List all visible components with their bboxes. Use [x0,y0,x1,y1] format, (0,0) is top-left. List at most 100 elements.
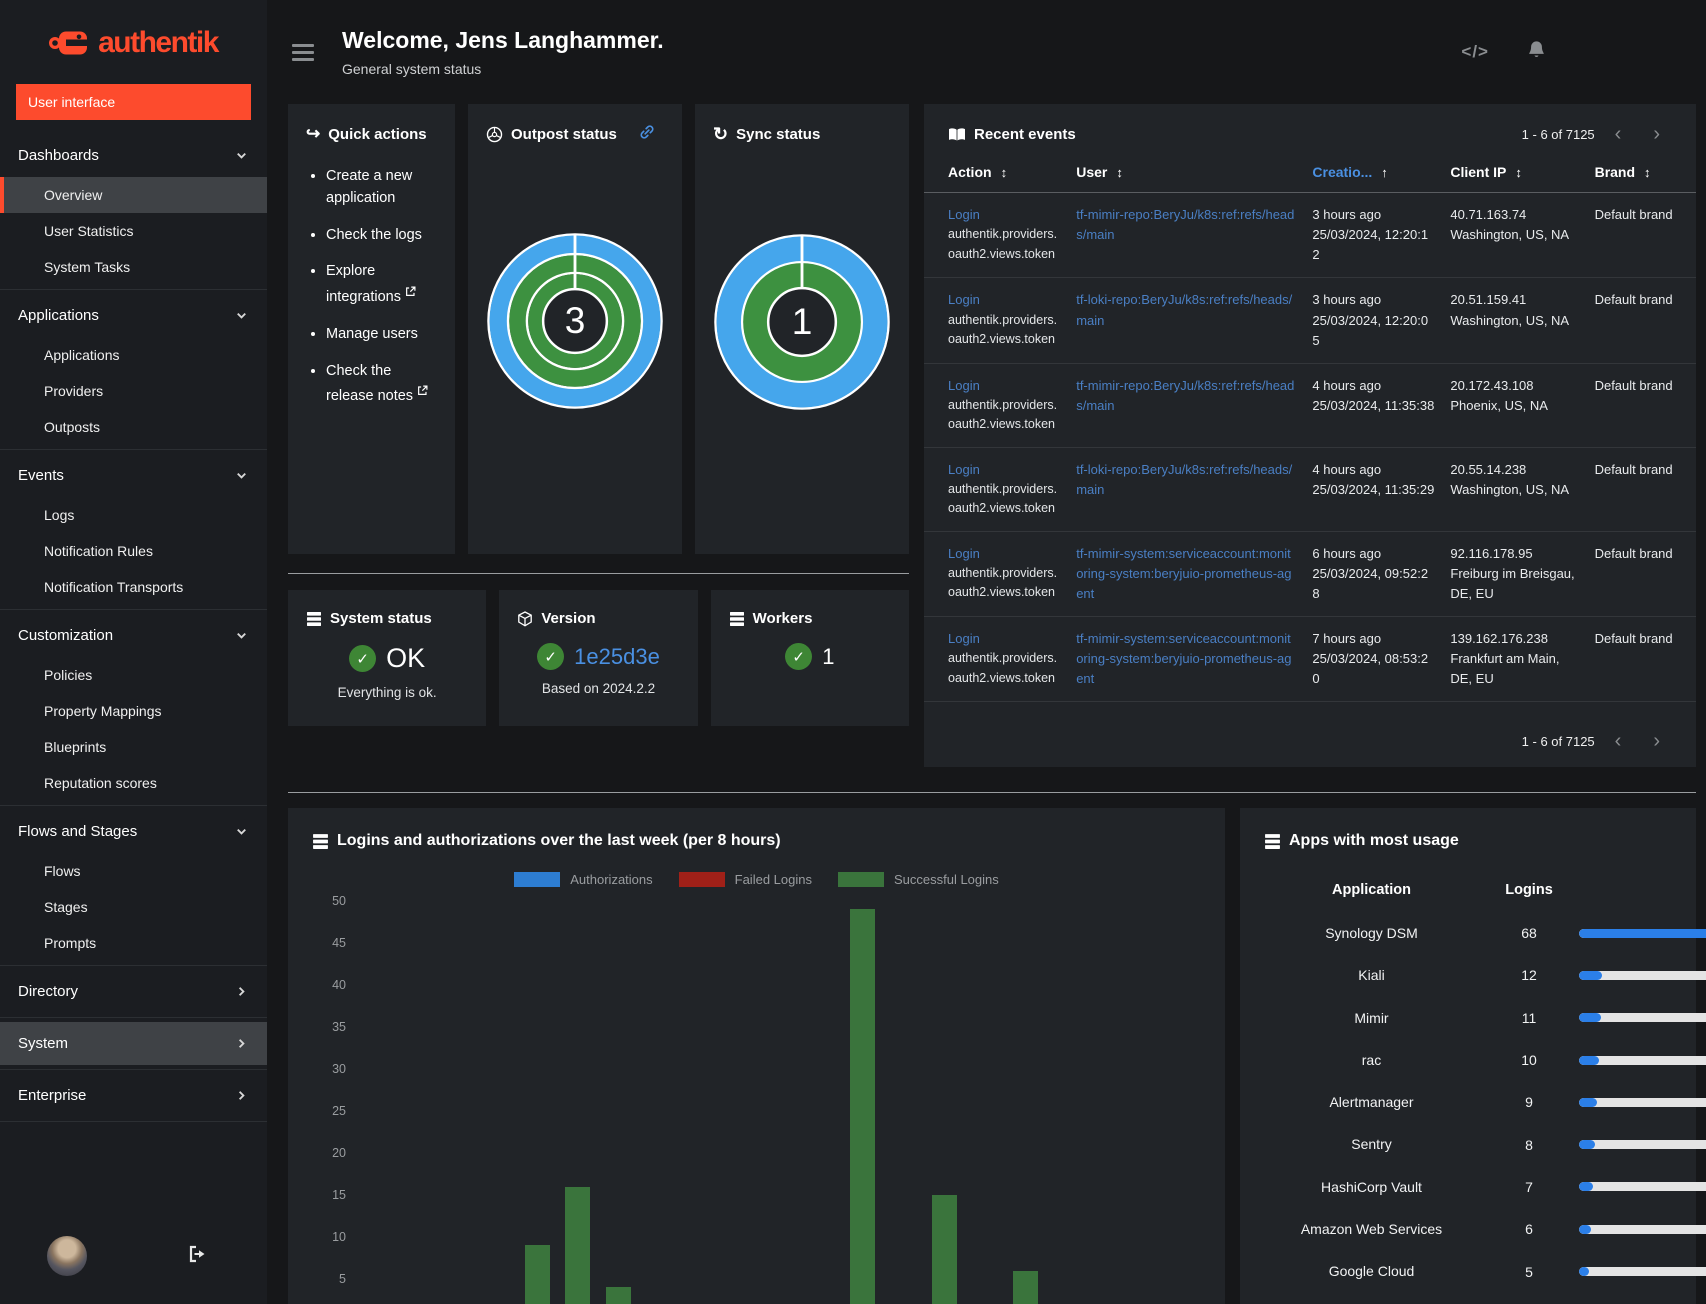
user-interface-button[interactable]: User interface [16,84,251,120]
sidebar-item-dashboards[interactable]: Dashboards [0,134,267,177]
sidebar-item-system[interactable]: System [0,1022,267,1065]
sort-icon[interactable]: ↕ [1001,165,1008,180]
sidebar-section-label: Dashboards [18,147,99,164]
api-code-icon[interactable]: </> [1461,42,1489,62]
event-action-link[interactable]: Login [948,546,980,561]
app-login-count: 11 [1521,1009,1537,1026]
sidebar-item-applications[interactable]: Applications [0,294,267,337]
sidebar-item-overview[interactable]: Overview [0,177,267,213]
sidebar-item-applications[interactable]: Applications [0,337,267,373]
notifications-bell-icon[interactable] [1527,40,1546,65]
event-action-link[interactable]: Login [948,207,980,222]
event-datetime: 25/03/2024, 12:20:12 [1312,227,1429,263]
sidebar-item-user-statistics[interactable]: User Statistics [0,213,267,249]
version-value-link[interactable]: 1e25d3e [574,644,660,670]
sidebar-item-outposts[interactable]: Outposts [0,409,267,445]
section-divider [288,573,909,574]
quick-action-item: Explore integrations [326,261,437,309]
column-label: Brand [1594,164,1636,180]
events-column-header[interactable]: Client IP ↕ [1442,152,1587,193]
sidebar-item-prompts[interactable]: Prompts [0,925,267,961]
quick-action-link[interactable]: Manage users [326,326,418,342]
event-user-link[interactable]: tf-mimir-repo:BeryJu/k8s:ref:refs/heads/… [1076,378,1294,413]
outpost-status-card: Outpost status 3 [468,104,682,554]
sidebar-item-customization[interactable]: Customization [0,614,267,657]
legend-label: Successful Logins [893,872,999,887]
outpost-link-icon[interactable] [639,124,655,144]
event-user-link[interactable]: tf-mimir-system:serviceaccount:monitorin… [1076,546,1291,601]
sidebar-section-enterprise: Enterprise [0,1070,267,1122]
recent-events-card: Recent events 1 - 6 of 7125 ‹ › Action ↕ U… [924,104,1696,767]
sidebar-section-label: Applications [18,307,99,324]
event-user-link[interactable]: tf-mimir-system:serviceaccount:monitorin… [1076,631,1291,686]
legend-item-successful-logins[interactable]: Successful Logins [837,872,999,887]
event-client-ip: 92.116.178.95 [1450,545,1533,561]
y-axis-tick: 40 [332,978,346,992]
events-column-header[interactable]: Action ↕ [924,152,1069,193]
quick-action-link[interactable]: Explore integrations [326,263,401,305]
events-column-header[interactable]: Brand ↕ [1586,152,1696,193]
chart-legend: Authorizations Failed Logins Successful Lo… [312,872,1201,887]
sidebar-item-reputation-scores[interactable]: Reputation scores [0,765,267,801]
pagination-next-button[interactable]: › [1641,731,1672,751]
events-column-header[interactable]: User ↕ [1068,152,1305,193]
event-context: authentik.providers.oauth2.views.token [948,481,1058,516]
legend-swatch [678,872,725,887]
user-avatar[interactable] [47,1236,87,1276]
legend-item-authorizations[interactable]: Authorizations [514,872,653,887]
sidebar-item-policies[interactable]: Policies [0,657,267,693]
app-name: Sentry [1351,1136,1392,1153]
sidebar-item-providers[interactable]: Providers [0,373,267,409]
legend-item-failed-logins[interactable]: Failed Logins [678,872,812,887]
sidebar-item-events[interactable]: Events [0,454,267,497]
pagination-prev-button[interactable]: ‹ [1603,124,1634,144]
app-usage-progress-bar [1579,1055,1706,1065]
event-user-link[interactable]: tf-mimir-repo:BeryJu/k8s:ref:refs/heads/… [1076,207,1294,242]
event-age: 4 hours ago [1312,461,1382,477]
sidebar-toggle-icon[interactable] [292,40,314,65]
column-label: Creatio... [1312,164,1373,180]
logins-bar-chart: 50 45 40 35 30 25 20 15 10 5 [320,894,1201,1304]
event-action-link[interactable]: Login [948,462,980,477]
event-action-link[interactable]: Login [948,292,980,307]
event-user-link[interactable]: tf-loki-repo:BeryJu/k8s:ref:refs/heads/m… [1076,462,1292,497]
event-age: 7 hours ago [1312,631,1382,647]
quick-action-item: Check the logs [326,225,437,247]
sidebar-item-flows-and-stages[interactable]: Flows and Stages [0,810,267,853]
app-login-count: 9 [1525,1094,1533,1111]
pagination-prev-button[interactable]: ‹ [1603,731,1634,751]
table-row: Login authentik.providers.oauth2.views.to… [924,616,1696,703]
sidebar-item-stages[interactable]: Stages [0,889,267,925]
app-name: Google Cloud [1328,1263,1415,1280]
event-action-link[interactable]: Login [948,631,980,646]
pagination-next-button[interactable]: › [1641,124,1672,144]
sort-icon[interactable]: ↕ [1644,165,1651,180]
sidebar-item-directory[interactable]: Directory [0,970,267,1013]
logout-icon[interactable] [188,1245,209,1268]
quick-action-link[interactable]: Create a new application [326,168,412,206]
sidebar-item-notification-transports[interactable]: Notification Transports [0,569,267,605]
main-area: Welcome, Jens Langhammer. General system… [267,0,1706,1304]
quick-actions-icon: ↪ [306,124,321,143]
sidebar-item-flows[interactable]: Flows [0,853,267,889]
events-column-header[interactable]: Creatio... ↑ [1304,152,1443,193]
event-user-link[interactable]: tf-loki-repo:BeryJu/k8s:ref:refs/heads/m… [1076,292,1292,327]
sidebar-item-enterprise[interactable]: Enterprise [0,1074,267,1117]
recent-events-title: Recent events [974,125,1076,143]
sort-icon[interactable]: ↕ [1515,165,1522,180]
events-pagination-top: 1 - 6 of 7125 ‹ › [1522,124,1672,144]
sort-ascending-icon[interactable]: ↑ [1381,165,1388,180]
quick-actions-title: Quick actions [328,125,427,143]
quick-action-link[interactable]: Check the logs [326,227,422,243]
version-title: Version [541,610,596,627]
authentik-logo[interactable]: authentik [10,26,257,60]
sidebar-section-customization: Customization Policies Property Mappings Bl… [0,610,267,806]
sidebar-item-logs[interactable]: Logs [0,497,267,533]
sort-icon[interactable]: ↕ [1116,165,1123,180]
quick-action-link[interactable]: Check the release notes [326,363,413,405]
sidebar-item-property-mappings[interactable]: Property Mappings [0,693,267,729]
sidebar-item-blueprints[interactable]: Blueprints [0,729,267,765]
sidebar-item-notification-rules[interactable]: Notification Rules [0,533,267,569]
event-action-link[interactable]: Login [948,378,980,393]
sidebar-item-system-tasks[interactable]: System Tasks [0,249,267,285]
